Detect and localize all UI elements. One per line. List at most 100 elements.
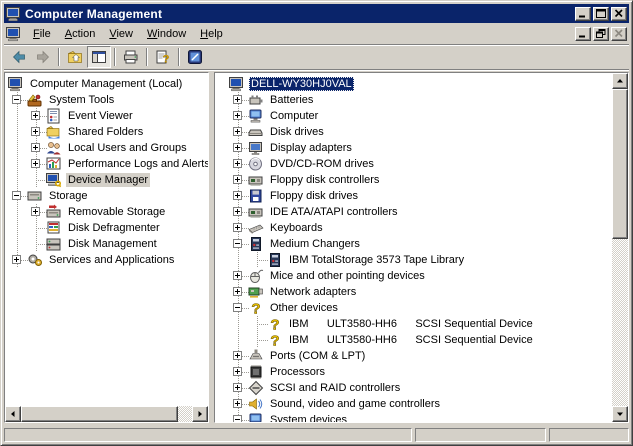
tree-item[interactable]: Shared Folders <box>8 124 208 140</box>
expand-plus-icon[interactable] <box>233 367 242 376</box>
tree-item[interactable]: IDE ATA/ATAPI controllers <box>229 204 612 220</box>
tree-item[interactable]: Computer Management (Local) <box>8 76 208 92</box>
collapse-minus-icon[interactable] <box>233 415 242 422</box>
tree-item[interactable]: Device Manager <box>8 172 208 188</box>
forward-button[interactable] <box>31 46 55 68</box>
expand-plus-icon[interactable] <box>233 159 242 168</box>
scroll-down-button[interactable] <box>612 406 628 422</box>
computer-icon[interactable] <box>6 26 22 42</box>
expand-plus-icon[interactable] <box>31 143 40 152</box>
tree-item-label: Floppy disk drives <box>268 189 360 203</box>
close-button[interactable] <box>611 7 627 21</box>
tree-item[interactable]: Event Viewer <box>8 108 208 124</box>
tree-item[interactable]: Mice and other pointing devices <box>229 268 612 284</box>
scrollbar-thumb[interactable] <box>612 89 628 239</box>
tree-item-label: Floppy disk controllers <box>268 173 381 187</box>
expand-plus-icon[interactable] <box>233 111 242 120</box>
expand-plus-icon[interactable] <box>233 287 242 296</box>
tree-item[interactable]: DELL-WY30HJ0VAL <box>229 76 612 92</box>
help-button[interactable]: ? <box>151 46 175 68</box>
tree-item[interactable]: Storage <box>8 188 208 204</box>
scrollbar-track[interactable] <box>178 406 192 422</box>
svg-text:?: ? <box>270 317 279 333</box>
titlebar[interactable]: Computer Management <box>4 4 629 23</box>
vertical-scrollbar[interactable] <box>612 73 628 422</box>
menu-items: FileActionViewWindowHelp <box>26 25 573 43</box>
tree-item[interactable]: ?Other devices <box>229 300 612 316</box>
expand-plus-icon[interactable] <box>233 127 242 136</box>
mdi-restore-button[interactable] <box>593 27 609 41</box>
tree-item[interactable]: ?IBM ULT3580-HH6 SCSI Sequential Device <box>229 332 612 348</box>
expand-plus-icon[interactable] <box>233 95 242 104</box>
expand-plus-icon[interactable] <box>233 399 242 408</box>
tree-item[interactable]: Display adapters <box>229 140 612 156</box>
tree-item[interactable]: Disk Management <box>8 236 208 252</box>
tree-item[interactable]: Keyboards <box>229 220 612 236</box>
expand-plus-icon[interactable] <box>233 191 242 200</box>
menu-view[interactable]: View <box>102 25 140 43</box>
device-tree: DELL-WY30HJ0VALBatteriesComputerDisk dri… <box>215 73 612 422</box>
tree-item[interactable]: Computer <box>229 108 612 124</box>
tree-item[interactable]: Network adapters <box>229 284 612 300</box>
tree-item[interactable]: Disk Defragmenter <box>8 220 208 236</box>
scroll-left-button[interactable] <box>5 406 21 422</box>
expand-plus-icon[interactable] <box>233 271 242 280</box>
tree-item[interactable]: Medium Changers <box>229 236 612 252</box>
horizontal-scrollbar[interactable] <box>5 406 208 422</box>
expand-plus-icon[interactable] <box>12 255 21 264</box>
tree-item[interactable]: Performance Logs and Alerts <box>8 156 208 172</box>
system-tools-icon <box>27 92 43 108</box>
expand-plus-icon[interactable] <box>233 175 242 184</box>
expand-plus-icon[interactable] <box>233 223 242 232</box>
expand-plus-icon[interactable] <box>233 383 242 392</box>
mdi-close-button[interactable] <box>611 27 627 41</box>
tree-item[interactable]: ?IBM ULT3580-HH6 SCSI Sequential Device <box>229 316 612 332</box>
tree-item[interactable]: Ports (COM & LPT) <box>229 348 612 364</box>
menu-help[interactable]: Help <box>193 25 230 43</box>
tree-item[interactable]: Floppy disk drives <box>229 188 612 204</box>
scroll-right-button[interactable] <box>192 406 208 422</box>
tree-item[interactable]: IBM TotalStorage 3573 Tape Library <box>229 252 612 268</box>
expand-plus-icon[interactable] <box>31 111 40 120</box>
expand-plus-icon[interactable] <box>233 207 242 216</box>
tree-indent <box>248 316 267 332</box>
menu-file[interactable]: File <box>26 25 58 43</box>
collapse-minus-icon[interactable] <box>233 303 242 312</box>
back-button[interactable] <box>7 46 31 68</box>
collapse-minus-icon[interactable] <box>12 95 21 104</box>
expand-plus-icon[interactable] <box>31 207 40 216</box>
tree-item[interactable]: System Tools <box>8 92 208 108</box>
scrollbar-track[interactable] <box>612 239 628 406</box>
minimize-button[interactable] <box>575 7 591 21</box>
tree-item[interactable]: System devices <box>229 412 612 422</box>
tree-item[interactable]: Processors <box>229 364 612 380</box>
tree-item[interactable]: Disk drives <box>229 124 612 140</box>
print-button[interactable] <box>119 46 143 68</box>
tree-item[interactable]: SCSI and RAID controllers <box>229 380 612 396</box>
tree-item[interactable]: DVD/CD-ROM drives <box>229 156 612 172</box>
maximize-button[interactable] <box>593 7 609 21</box>
expand-plus-icon[interactable] <box>233 143 242 152</box>
expand-plus-icon[interactable] <box>233 351 242 360</box>
tree-item[interactable]: Batteries <box>229 92 612 108</box>
tree-item[interactable]: Floppy disk controllers <box>229 172 612 188</box>
scrollbar-thumb[interactable] <box>21 406 178 422</box>
tree-item[interactable]: Local Users and Groups <box>8 140 208 156</box>
mdi-minimize-button[interactable] <box>575 27 591 41</box>
scroll-up-button[interactable] <box>612 73 628 89</box>
up-button[interactable] <box>63 46 87 68</box>
tree-item[interactable]: Removable Storage <box>8 204 208 220</box>
menu-action[interactable]: Action <box>58 25 103 43</box>
tree-item[interactable]: Services and Applications <box>8 252 208 268</box>
status-panel <box>549 428 629 442</box>
tree-item[interactable]: Sound, video and game controllers <box>229 396 612 412</box>
menu-window[interactable]: Window <box>140 25 193 43</box>
console-button[interactable] <box>183 46 207 68</box>
collapse-minus-icon[interactable] <box>233 239 242 248</box>
show-hide-tree-button[interactable] <box>87 46 111 68</box>
collapse-minus-icon[interactable] <box>12 191 21 200</box>
tree-item-label: Event Viewer <box>66 109 135 123</box>
expand-plus-icon[interactable] <box>31 127 40 136</box>
expand-plus-icon[interactable] <box>31 159 40 168</box>
tree-indent <box>248 252 267 268</box>
